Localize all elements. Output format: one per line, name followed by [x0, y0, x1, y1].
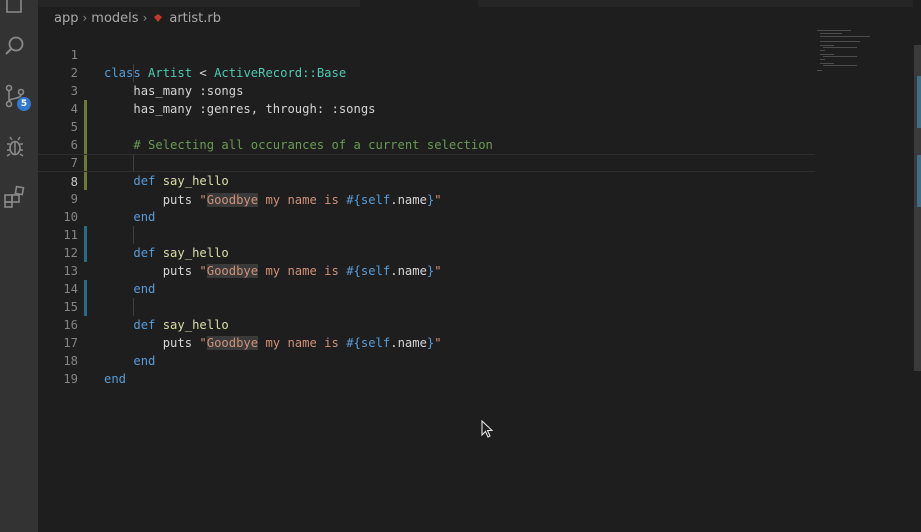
- code-line: 17 end: [38, 316, 815, 368]
- breadcrumb-file[interactable]: artist.rb: [169, 11, 221, 26]
- activity-bar: 5: [0, 0, 38, 532]
- code-line: 15 def say_hello: [38, 280, 815, 332]
- code-line: 11 def say_hello: [38, 208, 815, 260]
- chevron-right-icon: ›: [82, 11, 88, 25]
- explorer-icon[interactable]: [3, 0, 27, 16]
- code-line: 4: [38, 82, 815, 116]
- line-number: 19: [63, 372, 78, 386]
- breadcrumb-app[interactable]: app: [54, 11, 78, 26]
- code-line-active: 8 puts "Goodbye my name is #{self.name}": [38, 154, 815, 207]
- code-line: 1 class Artist < ActiveRecord::Base: [38, 28, 815, 80]
- minimap[interactable]: [815, 28, 913, 73]
- code-line: 19: [38, 352, 815, 386]
- minimap-line: [823, 65, 857, 66]
- minimap-line: [820, 45, 834, 46]
- minimap-line: [817, 70, 822, 71]
- code-line: 18 end: [38, 334, 815, 386]
- code-line: 10: [38, 190, 815, 224]
- minimap-line: [820, 41, 860, 42]
- tab-strip: [38, 0, 921, 7]
- minimap-line: [820, 50, 825, 51]
- minimap-line: [823, 56, 857, 57]
- overview-ruler-mark: [917, 155, 921, 207]
- code-line: 13 end: [38, 244, 815, 296]
- token-keyword: end: [104, 372, 127, 386]
- tab-artist-rb[interactable]: [360, 0, 478, 7]
- code-line: 3 has_many :genres, through: :songs: [38, 64, 815, 116]
- extensions-icon[interactable]: [3, 185, 27, 209]
- chevron-right-icon: ›: [142, 11, 148, 25]
- mouse-pointer-icon: [481, 420, 494, 438]
- minimap-line: [820, 59, 825, 60]
- minimap-line: [820, 36, 870, 37]
- minimap-line: [820, 33, 842, 34]
- ruby-gem-icon: [154, 14, 163, 22]
- code-line: 9 end: [38, 172, 815, 224]
- search-icon[interactable]: [3, 34, 27, 58]
- debug-icon[interactable]: [3, 134, 27, 158]
- minimap-line: [820, 63, 834, 64]
- code-line: 5 # Selecting all occurances of a curren…: [38, 100, 815, 152]
- code-line: 6: [38, 118, 815, 152]
- source-control-badge: 5: [17, 97, 31, 111]
- code-line: 12 puts "Goodbye my name is #{self.name}…: [38, 226, 815, 278]
- code-text: end: [104, 370, 126, 388]
- code-line: 16 puts "Goodbye my name is #{self.name}…: [38, 298, 815, 350]
- code-line: 2 has_many :songs: [38, 46, 815, 98]
- minimap-line: [820, 54, 834, 55]
- minimap-line: [817, 30, 851, 31]
- breadcrumb-models[interactable]: models: [91, 11, 138, 26]
- minimap-line: [823, 47, 857, 48]
- code-line: 14: [38, 262, 815, 296]
- code-editor[interactable]: 1 class Artist < ActiveRecord::Base 2 ha…: [38, 28, 815, 532]
- breadcrumb: app › models › artist.rb: [54, 9, 221, 27]
- overview-ruler-mark: [917, 76, 921, 128]
- code-line: 7 def say_hello: [38, 136, 815, 188]
